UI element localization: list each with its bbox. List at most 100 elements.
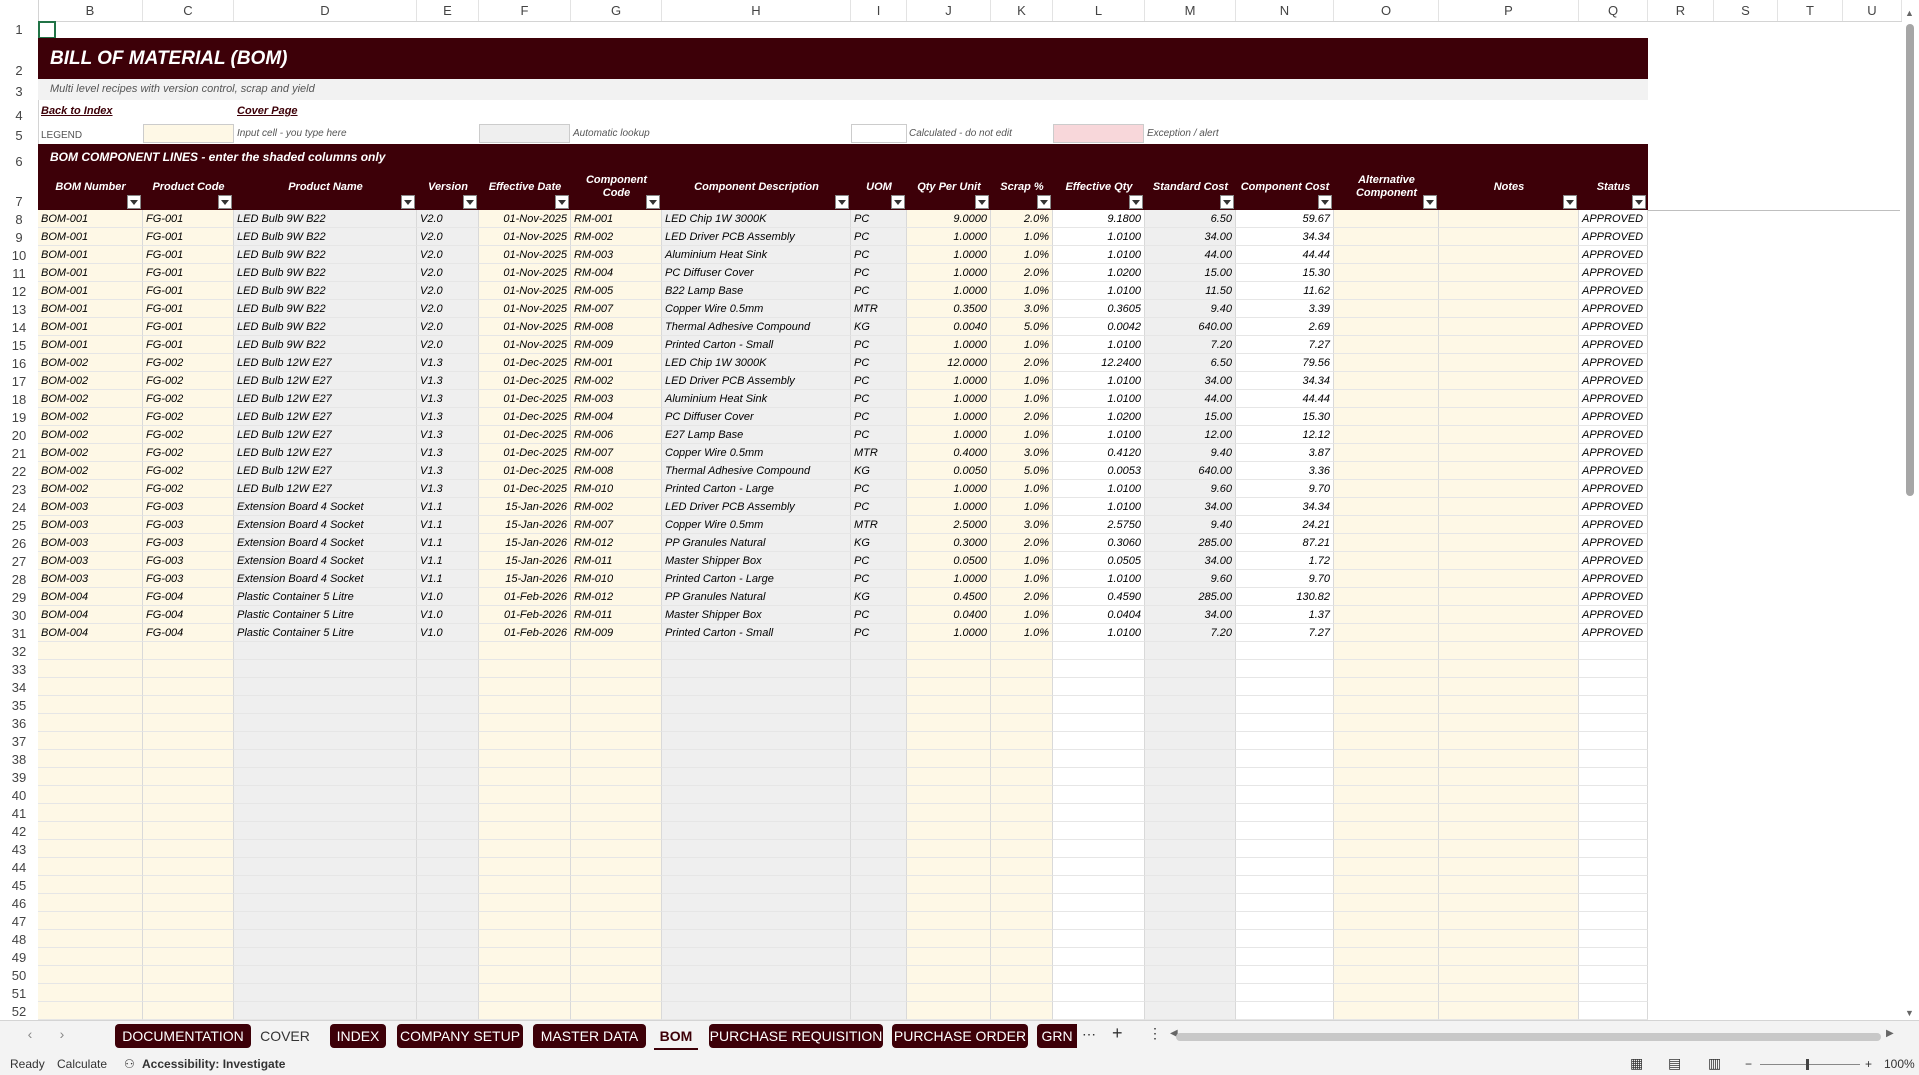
row-header-6[interactable]: 6 — [0, 154, 38, 170]
column-header-s[interactable]: S — [1714, 0, 1778, 21]
cell-component-code[interactable]: RM-002 — [571, 498, 662, 516]
cell-version[interactable]: V2.0 — [417, 318, 479, 336]
cell-version[interactable] — [417, 678, 479, 696]
cell-effective-qty[interactable] — [1053, 858, 1145, 876]
cell-status[interactable] — [1579, 768, 1648, 786]
row-header-32[interactable]: 32 — [0, 644, 38, 660]
row-header-37[interactable]: 37 — [0, 734, 38, 750]
cell-scrap[interactable]: 1.0% — [991, 336, 1053, 354]
cell-notes[interactable] — [1439, 246, 1579, 264]
cell-version[interactable]: V1.3 — [417, 444, 479, 462]
cell-component-code[interactable] — [571, 930, 662, 948]
filter-dropdown-icon[interactable] — [127, 195, 141, 209]
cell-version[interactable]: V1.0 — [417, 606, 479, 624]
cell-component-description[interactable] — [662, 930, 851, 948]
row-header-12[interactable]: 12 — [0, 284, 38, 300]
cell-scrap[interactable] — [991, 966, 1053, 984]
cell-component-description[interactable] — [662, 804, 851, 822]
cell-component-code[interactable]: RM-011 — [571, 552, 662, 570]
cell-uom[interactable] — [851, 840, 907, 858]
cell-product-code[interactable]: FG-001 — [143, 318, 234, 336]
cell-product-name[interactable]: LED Bulb 9W B22 — [234, 264, 417, 282]
cell-alternative-component[interactable] — [1334, 948, 1439, 966]
row-header-30[interactable]: 30 — [0, 608, 38, 624]
cell-component-cost[interactable] — [1236, 894, 1334, 912]
cell-product-code[interactable]: FG-002 — [143, 462, 234, 480]
cell-effective-qty[interactable] — [1053, 642, 1145, 660]
cell-component-cost[interactable] — [1236, 858, 1334, 876]
cell-component-description[interactable] — [662, 894, 851, 912]
row-header-13[interactable]: 13 — [0, 302, 38, 318]
cell-product-code[interactable]: FG-002 — [143, 408, 234, 426]
cell-component-cost[interactable]: 7.27 — [1236, 336, 1334, 354]
cell-alternative-component[interactable] — [1334, 696, 1439, 714]
cell-component-description[interactable] — [662, 948, 851, 966]
cell-notes[interactable] — [1439, 498, 1579, 516]
cell-component-cost[interactable] — [1236, 714, 1334, 732]
cell-notes[interactable] — [1439, 480, 1579, 498]
cell-effective-qty[interactable] — [1053, 948, 1145, 966]
zoom-slider-thumb[interactable] — [1806, 1059, 1809, 1070]
cell-qty-per-unit[interactable]: 1.0000 — [907, 624, 991, 642]
row-header-4[interactable]: 4 — [0, 108, 38, 124]
filter-dropdown-icon[interactable] — [975, 195, 989, 209]
cell-standard-cost[interactable] — [1145, 822, 1236, 840]
cell-product-name[interactable]: LED Bulb 12W E27 — [234, 480, 417, 498]
cell-qty-per-unit[interactable]: 0.0050 — [907, 462, 991, 480]
column-header-n[interactable]: N — [1236, 0, 1334, 21]
cell-alternative-component[interactable] — [1334, 390, 1439, 408]
cell-product-code[interactable]: FG-003 — [143, 498, 234, 516]
row-header-36[interactable]: 36 — [0, 716, 38, 732]
cell-component-description[interactable]: Aluminium Heat Sink — [662, 246, 851, 264]
calculate-button[interactable]: Calculate — [57, 1057, 107, 1071]
cell-product-name[interactable] — [234, 894, 417, 912]
cell-component-description[interactable]: PP Granules Natural — [662, 534, 851, 552]
cell-status[interactable] — [1579, 804, 1648, 822]
cell-product-name[interactable]: LED Bulb 12W E27 — [234, 354, 417, 372]
cell-standard-cost[interactable] — [1145, 696, 1236, 714]
cell-component-cost[interactable]: 34.34 — [1236, 498, 1334, 516]
cell-effective-date[interactable]: 01-Nov-2025 — [479, 264, 571, 282]
cell-product-name[interactable] — [234, 732, 417, 750]
cell-version[interactable]: V2.0 — [417, 282, 479, 300]
cell-status[interactable] — [1579, 750, 1648, 768]
cell-bom-number[interactable] — [38, 894, 143, 912]
cell-component-code[interactable]: RM-011 — [571, 606, 662, 624]
cell-notes[interactable] — [1439, 678, 1579, 696]
row-header-29[interactable]: 29 — [0, 590, 38, 606]
cell-version[interactable]: V1.3 — [417, 408, 479, 426]
row-header-33[interactable]: 33 — [0, 662, 38, 678]
cell-component-cost[interactable]: 44.44 — [1236, 246, 1334, 264]
cell-component-code[interactable]: RM-003 — [571, 390, 662, 408]
row-header-3[interactable]: 3 — [0, 84, 38, 100]
row-header-45[interactable]: 45 — [0, 878, 38, 894]
cell-component-cost[interactable]: 24.21 — [1236, 516, 1334, 534]
cell-bom-number[interactable]: BOM-002 — [38, 390, 143, 408]
cell-notes[interactable] — [1439, 534, 1579, 552]
cell-effective-qty[interactable]: 0.0505 — [1053, 552, 1145, 570]
cell-component-code[interactable]: RM-005 — [571, 282, 662, 300]
row-header-34[interactable]: 34 — [0, 680, 38, 696]
active-cell-a1[interactable] — [38, 21, 56, 39]
cell-effective-qty[interactable]: 0.3060 — [1053, 534, 1145, 552]
cell-uom[interactable]: PC — [851, 408, 907, 426]
cell-component-description[interactable]: PP Granules Natural — [662, 588, 851, 606]
cell-effective-qty[interactable]: 1.0100 — [1053, 282, 1145, 300]
cell-bom-number[interactable] — [38, 840, 143, 858]
cell-notes[interactable] — [1439, 696, 1579, 714]
cell-uom[interactable] — [851, 768, 907, 786]
cell-component-cost[interactable]: 15.30 — [1236, 408, 1334, 426]
cell-effective-date[interactable] — [479, 714, 571, 732]
cell-version[interactable]: V1.1 — [417, 534, 479, 552]
cell-component-code[interactable]: RM-008 — [571, 318, 662, 336]
cell-scrap[interactable]: 2.0% — [991, 408, 1053, 426]
row-header-24[interactable]: 24 — [0, 500, 38, 516]
cell-product-name[interactable] — [234, 750, 417, 768]
cell-product-code[interactable]: FG-003 — [143, 570, 234, 588]
cell-status[interactable]: APPROVED — [1579, 606, 1648, 624]
cell-effective-date[interactable]: 01-Nov-2025 — [479, 336, 571, 354]
cell-qty-per-unit[interactable] — [907, 732, 991, 750]
cell-standard-cost[interactable] — [1145, 912, 1236, 930]
cell-bom-number[interactable]: BOM-004 — [38, 606, 143, 624]
cell-qty-per-unit[interactable] — [907, 660, 991, 678]
